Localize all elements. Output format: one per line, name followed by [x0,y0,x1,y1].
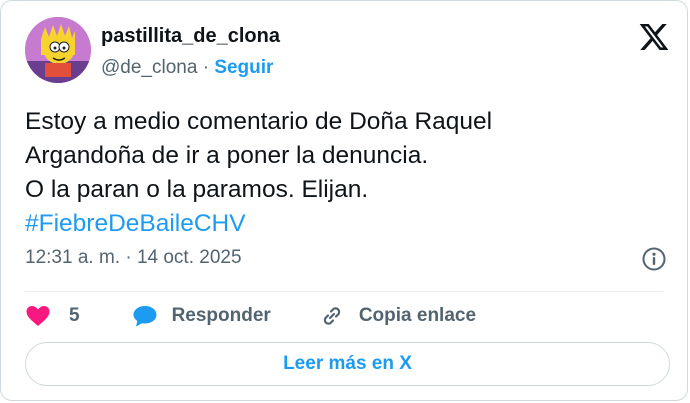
tweet-timestamp[interactable]: 12:31 a. m. · 14 oct. 2025 [25,247,242,269]
tweet-line: Estoy a medio comentario de Doña Raquel [25,108,493,135]
reply-button[interactable]: Responder [118,304,271,328]
copy-link-button[interactable]: Copia enlace [305,303,476,329]
tweet-date: 14 oct. 2025 [136,247,242,268]
x-logo-icon[interactable] [638,21,670,53]
link-icon [319,303,345,329]
copy-link-label: Copia enlace [358,305,477,326]
meta-separator: · [125,247,132,268]
follow-button[interactable]: Seguir [214,57,273,78]
tweet-card: pastillita_de_clona @de_clona · Seguir E… [0,0,688,401]
avatar[interactable] [25,17,91,83]
tweet-line: O la paran o la paramos. Elijan. [25,176,369,203]
handle-separator: · [202,57,210,78]
speech-bubble-icon [132,304,158,328]
action-bar: 5 Responder Copia enlace [25,301,476,331]
hashtag-link[interactable]: #FiebreDeBaileCHV [25,207,665,241]
tweet-time: 12:31 a. m. [25,247,121,268]
like-count: 5 [69,305,80,326]
divider [25,291,663,292]
info-icon[interactable] [641,246,667,272]
user-handle[interactable]: @de_clona [101,57,197,78]
tweet-text: Estoy a medio comentario de Doña Raquel … [25,105,665,241]
reply-label: Responder [171,305,271,326]
handle-row: @de_clona · Seguir [101,57,273,79]
heart-icon [25,304,51,328]
like-button[interactable]: 5 [25,304,80,328]
tweet-line: Argandoña de ir a poner la denuncia. [25,142,429,169]
read-more-button[interactable]: Leer más en X [25,342,670,386]
display-name[interactable]: pastillita_de_clona [101,25,280,48]
